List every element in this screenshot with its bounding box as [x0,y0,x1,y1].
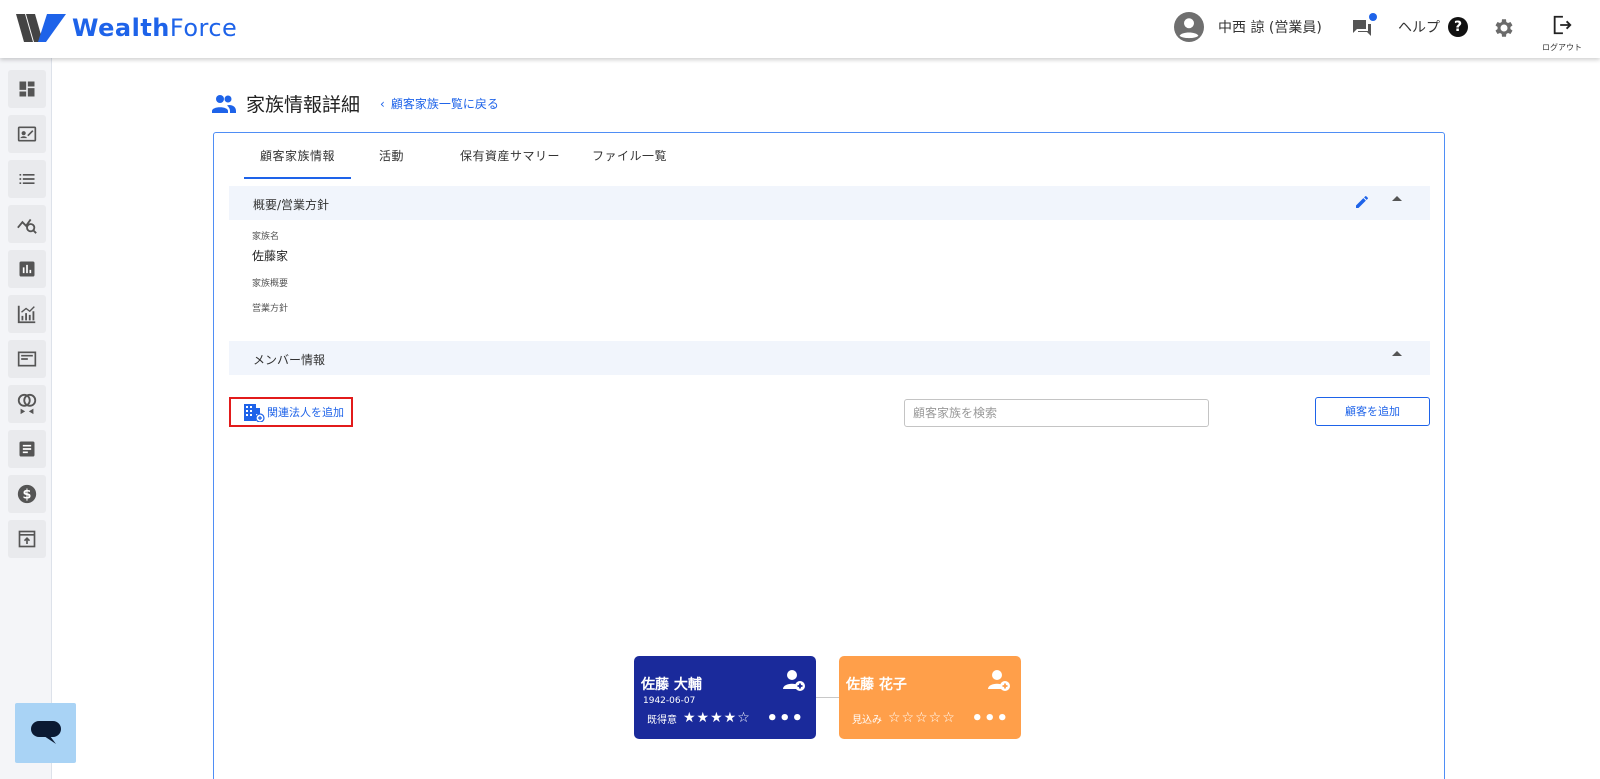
help-button[interactable]: ヘルプ ? [1398,17,1468,37]
dollar-icon: $ [17,484,37,504]
member-birthdate: 1942-06-07 [643,696,696,706]
sidebar-item-compare[interactable] [8,385,46,423]
query-stats-icon [17,218,37,234]
chevron-left-icon: ‹ [380,96,385,111]
analytics-icon [17,305,36,324]
family-detail-card: 顧客家族情報 活動 保有資産サマリー ファイル一覧 概要/営業方針 家族名 佐藤… [213,132,1445,779]
question-icon: ? [1448,17,1468,37]
chat-bubble-icon [30,721,61,744]
page-heading: 家族情報詳細 [212,90,360,117]
logout-label: ログアウト [1542,43,1582,52]
member-rating-stars: ★★★★☆ [683,710,751,726]
page-title: 家族情報詳細 [246,94,361,116]
member-status-label: 既得意 [647,714,677,726]
back-link-label: 顧客家族一覧に戻る [390,97,499,111]
family-name-value: 佐藤家 [252,249,289,263]
tab-bar: 顧客家族情報 活動 保有資産サマリー ファイル一覧 [244,133,683,179]
sidebar-item-document[interactable] [8,340,46,378]
contact-card-icon [17,126,37,142]
sidebar-item-upload[interactable] [8,520,46,558]
family-name-label: 家族名 [252,232,280,242]
list-icon [19,174,35,184]
overview-section-title: 概要/営業方針 [253,198,330,212]
people-icon [212,94,236,113]
add-person-icon[interactable] [987,668,1011,696]
logout-button[interactable]: ログアウト [1540,14,1584,53]
back-to-family-list-link[interactable]: ‹ 顧客家族一覧に戻る [380,95,499,112]
family-search-input[interactable]: 顧客家族を検索 [904,399,1209,427]
member-status: 既得意 ★★★★☆ [647,710,751,726]
sidebar-item-notes[interactable] [8,430,46,468]
tab-asset-summary[interactable]: 保有資産サマリー [444,133,576,179]
tab-family-info[interactable]: 顧客家族情報 [244,133,352,179]
bar-chart-icon [19,261,35,277]
chat-support-button[interactable] [15,703,76,763]
article-icon [17,351,37,367]
edit-icon[interactable] [1354,194,1370,214]
tab-file-list[interactable]: ファイル一覧 [576,133,683,179]
settings-button[interactable] [1491,16,1515,44]
sidebar-item-finance[interactable]: $ [8,475,46,513]
members-section-title: メンバー情報 [253,353,326,367]
app-logo[interactable]: WealthForce [16,14,237,42]
member-name: 佐藤 大輔 [641,677,702,693]
family-summary-label: 家族概要 [252,279,289,289]
sales-policy-label: 営業方針 [252,304,289,314]
dashboard-icon [19,81,35,97]
user-menu[interactable]: 中西 諒 (営業員) [1174,12,1322,42]
notes-icon [19,441,35,457]
building-add-icon [244,404,265,422]
add-person-icon[interactable] [782,668,806,696]
more-options-icon[interactable]: ••• [971,710,1009,728]
member-status: 見込み ☆☆☆☆☆ [852,710,956,726]
sidebar-item-contact-card[interactable] [8,115,46,153]
compare-icon [17,393,37,415]
member-status-label: 見込み [852,714,882,726]
gear-icon [1495,19,1513,37]
more-options-icon[interactable]: ••• [766,710,804,728]
sidebar-item-analysis[interactable] [8,205,46,243]
members-section-header[interactable]: メンバー情報 [229,341,1430,375]
svg-text:$: $ [23,488,32,503]
collapse-caret-icon[interactable] [1392,196,1402,201]
collapse-caret-icon[interactable] [1392,351,1402,356]
account-circle-icon [1174,12,1204,42]
upload-window-icon [18,530,36,548]
logout-icon [1553,15,1572,35]
user-name: 中西 諒 (営業員) [1218,20,1322,36]
sidebar: $ [0,58,52,779]
help-label: ヘルプ [1398,20,1440,36]
notification-dot [1369,13,1377,21]
overview-section-header[interactable]: 概要/営業方針 [229,186,1430,220]
add-customer-button[interactable]: 顧客を追加 [1315,397,1430,426]
member-node-secondary[interactable]: 佐藤 花子 見込み ☆☆☆☆☆ ••• [839,656,1021,739]
tab-activity[interactable]: 活動 [363,133,420,179]
sidebar-item-list[interactable] [8,160,46,198]
add-related-corporation-button[interactable]: 関連法人を追加 [229,397,353,427]
app-header: WealthForce 中西 諒 (営業員) ヘルプ ? ログアウト [0,0,1600,58]
member-rating-stars: ☆☆☆☆☆ [888,710,956,726]
sidebar-item-dashboard[interactable] [8,70,46,108]
add-related-corporation-label: 関連法人を追加 [267,406,344,419]
member-node-primary[interactable]: 佐藤 大輔 1942-06-07 既得意 ★★★★☆ ••• [634,656,816,739]
logo-mark-icon [16,14,66,42]
sidebar-item-performance[interactable] [8,295,46,333]
messages-button[interactable] [1350,13,1377,40]
sidebar-item-bar-chart[interactable] [8,250,46,288]
brand-name: WealthForce [72,14,238,42]
member-name: 佐藤 花子 [846,677,907,693]
